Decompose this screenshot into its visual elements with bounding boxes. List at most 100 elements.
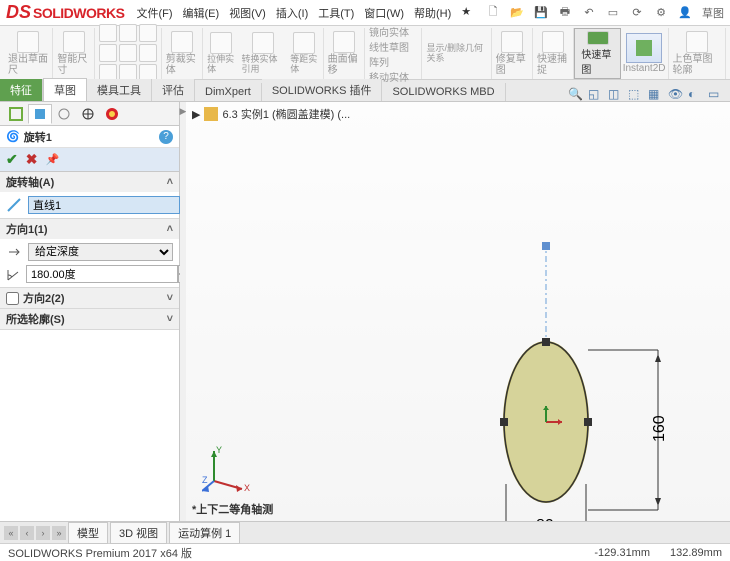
rebuild-icon[interactable]: ⟳ <box>630 6 644 20</box>
ok-button[interactable]: ✔ <box>6 151 18 168</box>
axis-selection-input[interactable] <box>28 196 180 214</box>
dir1-section-header[interactable]: 方向1(1)˄ <box>0 219 179 239</box>
cancel-button[interactable]: ✖ <box>26 151 38 168</box>
status-bar: SOLIDWORKS Premium 2017 x64 版 -129.31mm … <box>0 543 730 561</box>
dir1-angle-input[interactable] <box>26 265 178 283</box>
title-bar: DS SOLIDWORKS 文件(F) 编辑(E) 视图(V) 插入(I) 工具… <box>0 0 730 26</box>
rib-line-tools[interactable] <box>95 28 162 79</box>
view-orient-icon[interactable]: ⬚ <box>628 87 642 101</box>
tab-feature[interactable]: 特征 <box>0 79 43 101</box>
breadcrumb[interactable]: ▶ 6.3 实例1 (椭圆盖建模) (... <box>192 106 350 122</box>
ptab-dimxpert-icon[interactable] <box>76 104 100 124</box>
dir1-end-condition-select[interactable]: 给定深度 <box>28 243 173 261</box>
ptab-display-icon[interactable] <box>100 104 124 124</box>
menu-insert[interactable]: 插入(I) <box>276 5 308 21</box>
save-icon[interactable]: 💾 <box>534 6 548 20</box>
svg-text:Z: Z <box>202 475 208 485</box>
menu-window[interactable]: 窗口(W) <box>364 5 404 21</box>
crumb-arrow-icon[interactable]: ▶ <box>192 108 200 121</box>
reference-triad[interactable]: X Y Z <box>202 445 250 493</box>
new-doc-icon[interactable]: 🗋 <box>486 6 500 20</box>
main-area: 🌀 旋转1 ? ✔ ✖ 📌 旋转轴(A)˄ <box>0 102 730 521</box>
chevron-down-icon: ˅ <box>167 292 173 304</box>
rib-entities-group[interactable]: 拉伸实体 转换实体引用 等距实体 <box>203 28 324 79</box>
tab-eval[interactable]: 评估 <box>152 79 195 101</box>
ptab-property-icon[interactable] <box>28 104 52 124</box>
status-coord-x: -129.31mm <box>594 547 650 559</box>
section-icon[interactable]: ◫ <box>608 87 622 101</box>
rib-relations[interactable]: 显示/删除几何关系 <box>422 28 491 79</box>
open-icon[interactable]: 📂 <box>510 6 524 20</box>
menu-help[interactable]: 帮助(H) <box>414 5 451 21</box>
zoom-fit-icon[interactable]: 🔍 <box>568 87 582 101</box>
tab-prev-icon[interactable]: ‹ <box>20 526 34 540</box>
tab-sketch[interactable]: 草图 <box>43 78 87 101</box>
graphics-area[interactable]: ▶ 6.3 实例1 (椭圆盖建模) (... 160 80 <box>186 102 730 521</box>
zoom-area-icon[interactable]: ◱ <box>588 87 602 101</box>
print-icon[interactable]: 🖶 <box>558 6 572 20</box>
status-coord-y: 132.89mm <box>670 547 722 559</box>
options-icon[interactable]: ⚙ <box>654 6 668 20</box>
menu-bar: 文件(F) 编辑(E) 视图(V) 插入(I) 工具(T) 窗口(W) 帮助(H… <box>136 5 471 21</box>
menu-file[interactable]: 文件(F) <box>136 5 172 21</box>
menu-star-icon[interactable]: ★ <box>461 5 471 21</box>
panel-tabbar <box>0 102 179 126</box>
undo-icon[interactable]: ↶ <box>582 6 596 20</box>
edit-scene-icon[interactable]: ◐ <box>688 87 702 101</box>
tab-dimxpert[interactable]: DimXpert <box>195 83 262 101</box>
feature-header: 🌀 旋转1 ? <box>0 126 179 148</box>
reverse-direction-icon[interactable] <box>6 244 22 260</box>
rib-trim[interactable]: 剪裁实体 <box>162 28 203 79</box>
pushpin-icon[interactable]: 📌 <box>45 153 59 166</box>
rib-exit-sketch[interactable]: 退出草面尺 <box>4 28 53 79</box>
user-icon[interactable]: 👤 <box>678 6 692 20</box>
tab-next-icon[interactable]: › <box>36 526 50 540</box>
chevron-up-icon: ˄ <box>167 223 173 235</box>
rib-shaded-sketch[interactable]: 上色草图轮廓 <box>669 28 727 79</box>
logo-solidworks: SOLIDWORKS <box>33 5 124 21</box>
section-direction1: 方向1(1)˄ 给定深度 <box>0 219 179 288</box>
tab-plugin[interactable]: SOLIDWORKS 插件 <box>262 79 383 101</box>
apply-scene-icon[interactable]: ▭ <box>708 87 722 101</box>
ptab-feature-tree-icon[interactable] <box>4 104 28 124</box>
menu-view[interactable]: 视图(V) <box>229 5 266 21</box>
rib-repair[interactable]: 修复草图 <box>492 28 533 79</box>
bottom-tab-bar: « ‹ › » 模型 3D 视图 运动算例 1 <box>0 521 730 543</box>
tab-mbd[interactable]: SOLIDWORKS MBD <box>382 83 505 101</box>
dir2-checkbox[interactable] <box>6 292 19 305</box>
btab-3dview[interactable]: 3D 视图 <box>110 522 167 544</box>
btab-model[interactable]: 模型 <box>68 522 108 544</box>
part-icon <box>204 107 218 121</box>
menu-edit[interactable]: 编辑(E) <box>183 5 220 21</box>
rib-snap[interactable]: 快速捕捉 <box>533 28 574 79</box>
display-style-icon[interactable]: ▦ <box>648 87 662 101</box>
tab-mold[interactable]: 模具工具 <box>87 79 152 101</box>
rib-offset[interactable]: 曲面偏移 <box>324 28 365 79</box>
menu-sketch-label[interactable]: 草图 <box>702 5 724 21</box>
rib-pattern-group[interactable]: 镜向实体 线性草图阵列 移动实体 <box>365 28 423 79</box>
ok-cancel-bar: ✔ ✖ 📌 <box>0 148 179 172</box>
section-direction2: 方向2(2) ˅ <box>0 288 179 309</box>
status-product: SOLIDWORKS Premium 2017 x64 版 <box>8 545 192 561</box>
rib-instant2d[interactable]: Instant2D <box>621 28 669 79</box>
rib-rapid-sketch[interactable]: 快速草图 <box>574 28 620 79</box>
revolve-icon: 🌀 <box>6 130 20 143</box>
dir2-section-header[interactable]: 方向2(2) ˅ <box>0 288 179 308</box>
hide-show-icon[interactable]: 👁 <box>668 87 682 101</box>
property-manager: 🌀 旋转1 ? ✔ ✖ 📌 旋转轴(A)˄ <box>0 102 180 521</box>
menu-tools[interactable]: 工具(T) <box>318 5 354 21</box>
dir1-angle-spinner[interactable]: ▲ ▼ <box>26 265 192 283</box>
help-icon[interactable]: ? <box>159 130 173 144</box>
tab-last-icon[interactable]: » <box>52 526 66 540</box>
model-view: 160 80 <box>486 242 730 521</box>
contour-section-header[interactable]: 所选轮廓(S)˅ <box>0 309 179 329</box>
tab-first-icon[interactable]: « <box>4 526 18 540</box>
select-icon[interactable]: ▭ <box>606 6 620 20</box>
section-contours: 所选轮廓(S)˅ <box>0 309 179 330</box>
chevron-up-icon: ˄ <box>167 176 173 188</box>
btab-motion[interactable]: 运动算例 1 <box>169 522 240 544</box>
rib-smart-dim[interactable]: 智能尺寸 <box>53 28 94 79</box>
ptab-config-icon[interactable] <box>52 104 76 124</box>
axis-section-header[interactable]: 旋转轴(A)˄ <box>0 172 179 192</box>
breadcrumb-text[interactable]: 6.3 实例1 (椭圆盖建模) (... <box>222 106 350 122</box>
